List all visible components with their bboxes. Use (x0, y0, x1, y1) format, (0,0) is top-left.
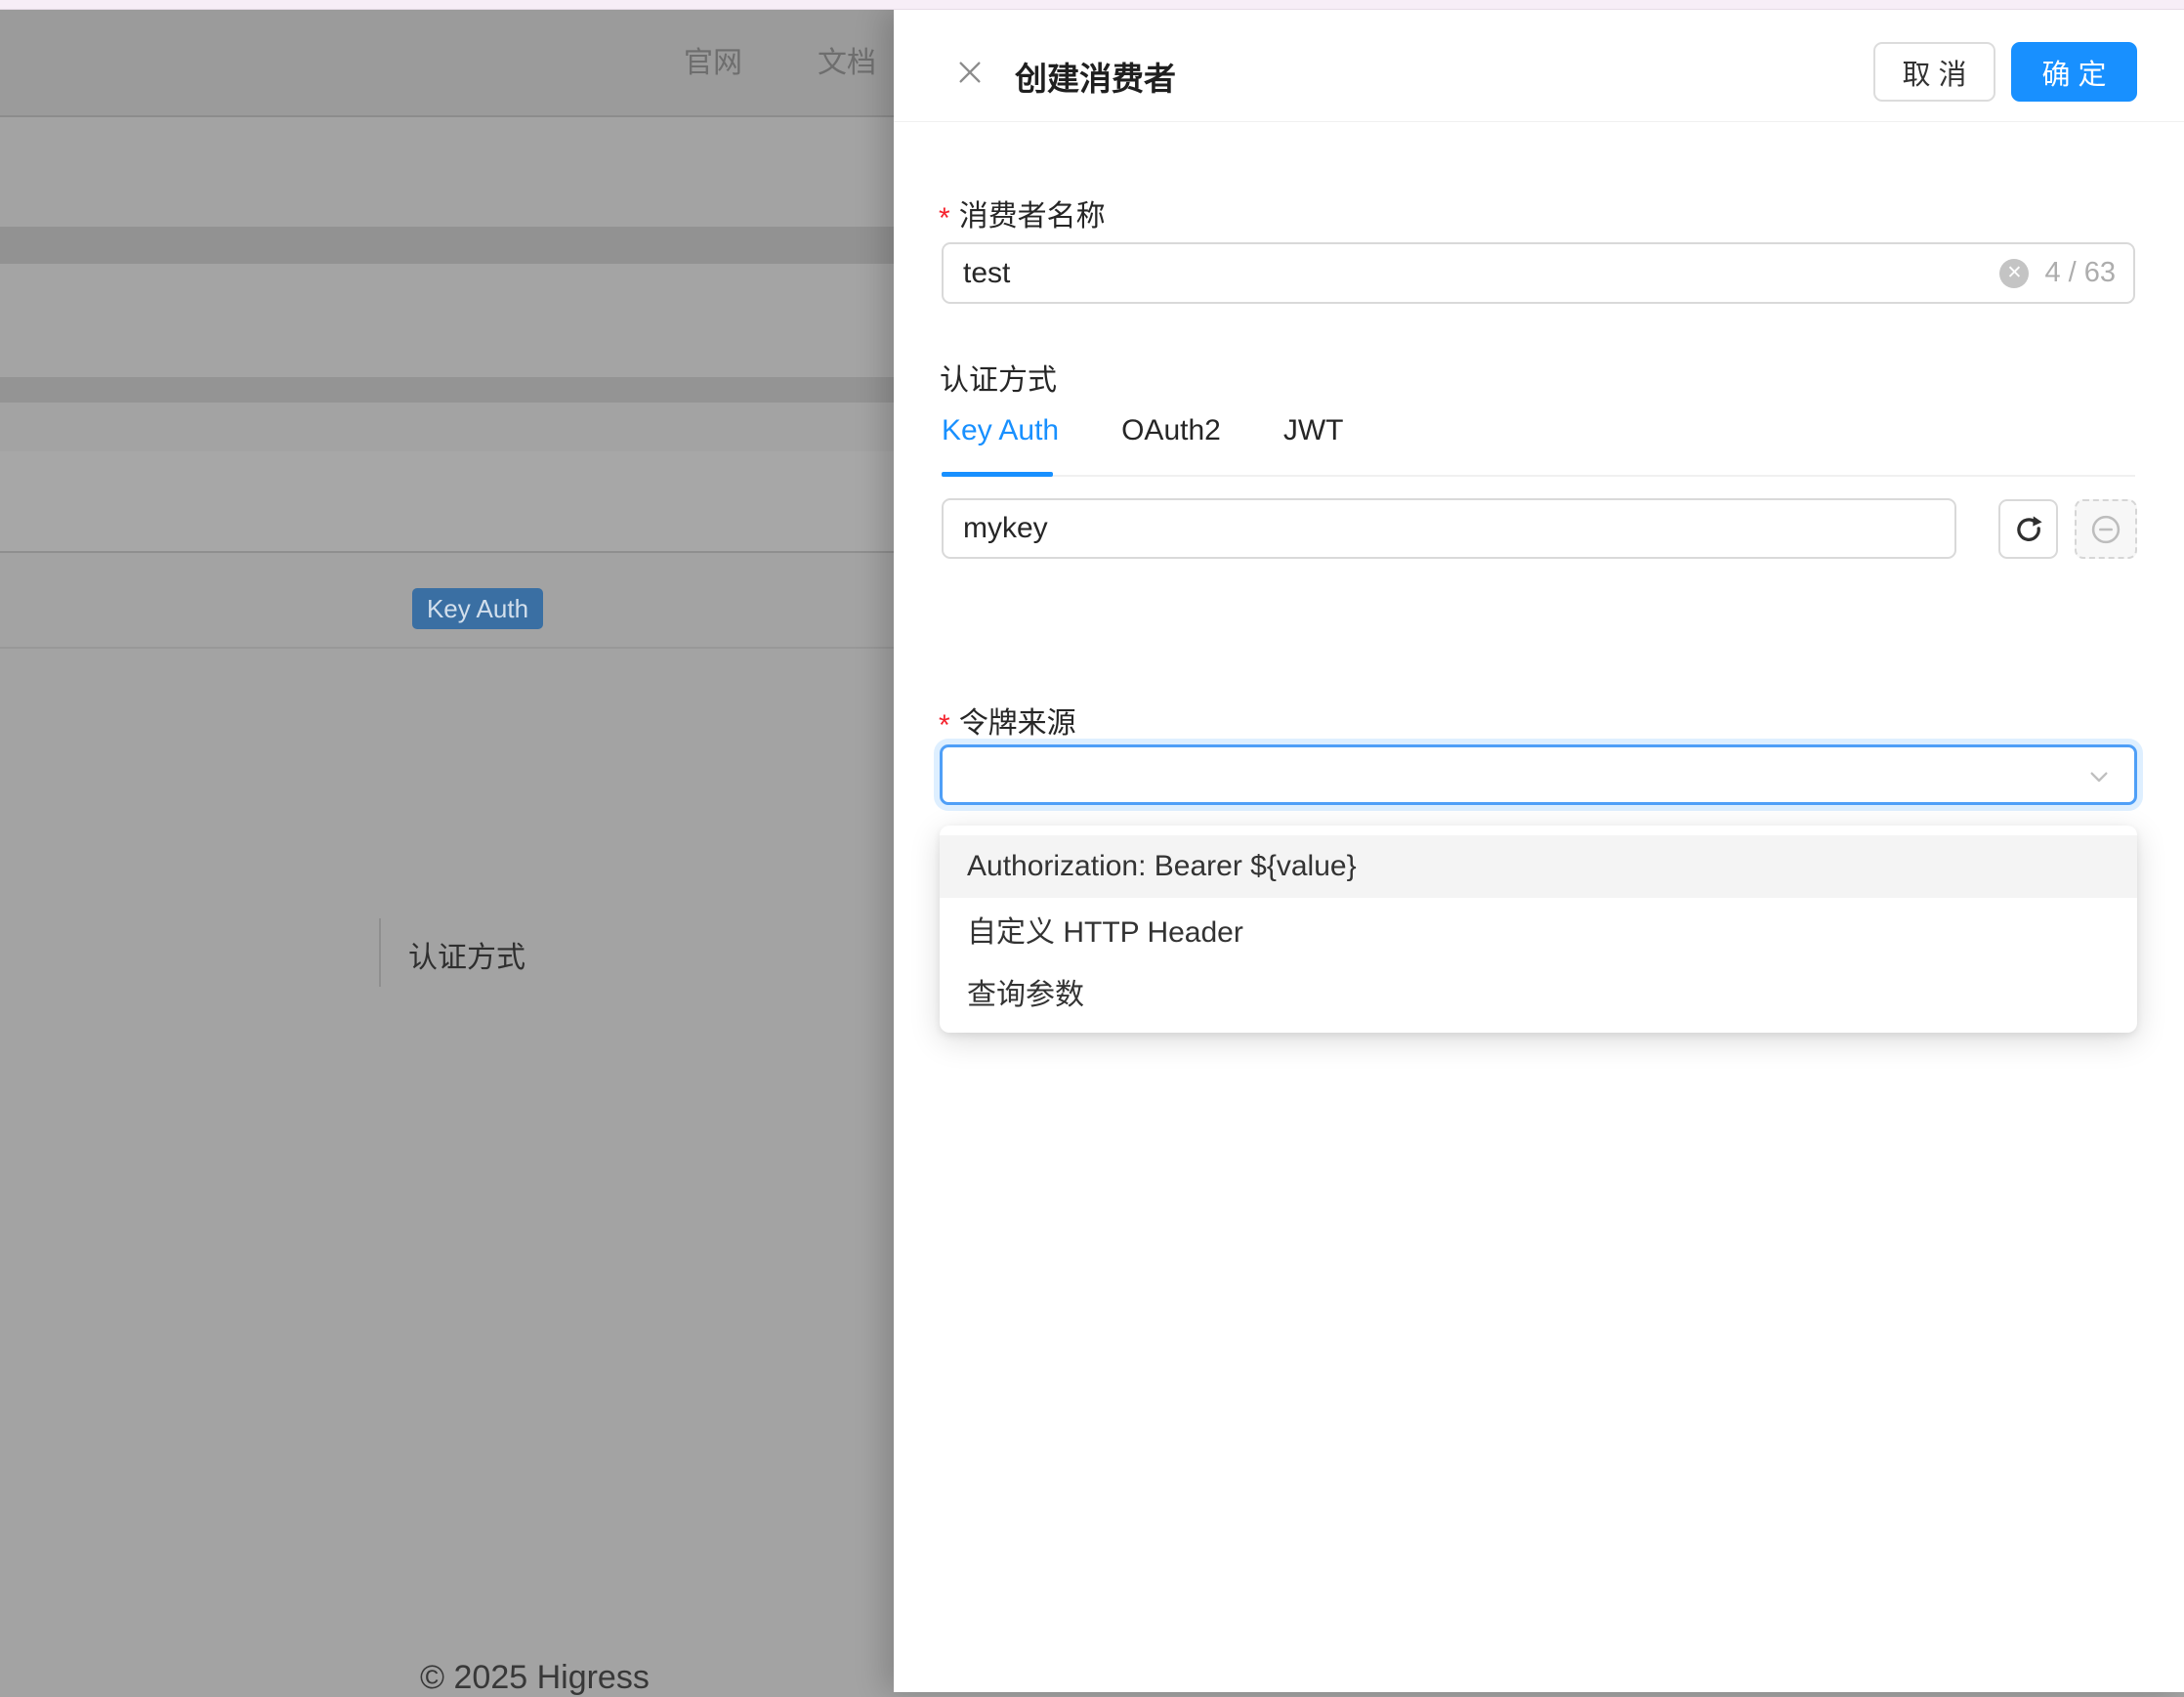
bg-column-divider (379, 918, 381, 987)
option-query-parameter[interactable]: 查询参数 (940, 960, 2137, 1023)
token-source-select[interactable] (940, 744, 2137, 805)
footer-copyright: © 2025 Higress (420, 1659, 650, 1697)
tab-oauth2[interactable]: OAuth2 (1121, 399, 1221, 475)
active-tab-indicator (942, 472, 1053, 477)
nav-item-website[interactable]: 官网 (684, 10, 742, 117)
token-source-label-row: * 令牌来源 (939, 699, 1076, 742)
close-icon[interactable] (954, 57, 986, 88)
required-mark: * (939, 709, 950, 742)
bg-auth-column-header: 认证方式 (408, 933, 525, 976)
consumer-name-field: ✕ 4 / 63 (942, 242, 2135, 304)
chevron-down-icon (2083, 761, 2115, 797)
auth-method-label: 认证方式 (940, 356, 1057, 399)
remove-key-button[interactable] (2075, 499, 2137, 559)
option-authorization-bearer[interactable]: Authorization: Bearer ${value} (940, 835, 2137, 898)
auth-method-label-row: 认证方式 (940, 356, 1057, 399)
consumer-name-input[interactable] (944, 257, 1999, 290)
key-auth-tag: Key Auth (412, 588, 543, 629)
refresh-icon (2012, 513, 2045, 546)
drawer-header: 创建消费者 取 消 确 定 (894, 10, 2184, 122)
cancel-button[interactable]: 取 消 (1873, 42, 1995, 102)
token-source-label: 令牌来源 (959, 699, 1076, 742)
auth-method-tabbar: Key Auth OAuth2 JWT (942, 399, 2135, 477)
drawer-title: 创建消费者 (1015, 53, 1176, 100)
clear-input-icon[interactable]: ✕ (1999, 259, 2029, 288)
create-consumer-drawer: 创建消费者 取 消 确 定 * 消费者名称 ✕ 4 / 63 认证方式 Key … (894, 10, 2184, 1692)
tab-jwt[interactable]: JWT (1283, 399, 1344, 475)
option-custom-http-header[interactable]: 自定义 HTTP Header (940, 898, 2137, 960)
key-value-field (942, 498, 1956, 559)
top-accent-bar (0, 0, 2184, 10)
consumer-name-label: 消费者名称 (959, 191, 1106, 234)
tab-key-auth[interactable]: Key Auth (942, 399, 1059, 475)
minus-circle-icon (2088, 512, 2123, 547)
required-mark: * (939, 202, 950, 235)
key-value-input[interactable] (944, 512, 1954, 545)
regenerate-key-button[interactable] (1998, 499, 2058, 559)
nav-item-docs[interactable]: 文档 (818, 10, 876, 117)
token-source-dropdown: Authorization: Bearer ${value} 自定义 HTTP … (940, 826, 2137, 1033)
char-counter: 4 / 63 (2044, 257, 2116, 289)
confirm-button[interactable]: 确 定 (2011, 42, 2137, 102)
consumer-name-label-row: * 消费者名称 (939, 191, 1106, 234)
